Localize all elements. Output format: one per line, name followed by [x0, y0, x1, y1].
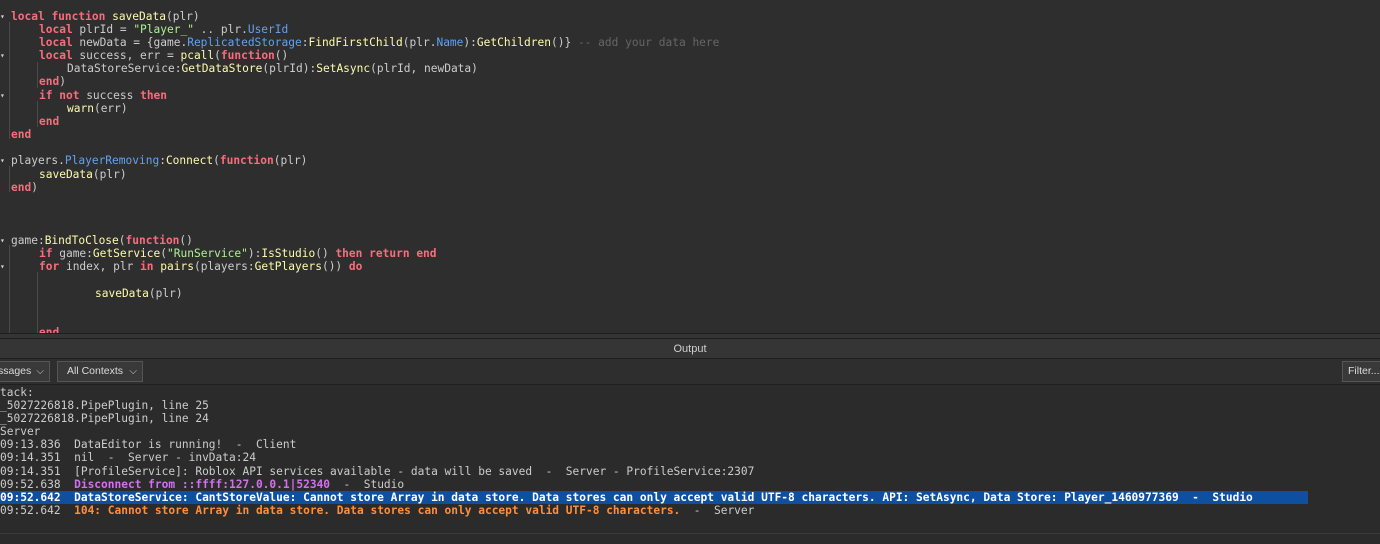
- code-line-14[interactable]: game:BindToClose(function(): [11, 234, 193, 247]
- log-line-warning[interactable]: 09:52.642 104: Cannot store Array in dat…: [0, 504, 754, 517]
- code-line-2[interactable]: local plrId = "Player_" .. plr.UserId: [39, 23, 288, 36]
- code-line-7[interactable]: if not success then: [39, 89, 167, 102]
- code-line-10[interactable]: end: [11, 128, 31, 141]
- log-line-info[interactable]: 09:52.638 Disconnect from ::ffff:127.0.0…: [0, 478, 404, 491]
- code-line-13[interactable]: end): [11, 181, 38, 194]
- code-line-12[interactable]: saveData(plr): [39, 168, 127, 181]
- log-line[interactable]: _5027226818.PipePlugin, line 25: [0, 399, 209, 412]
- code-line-18[interactable]: end: [39, 326, 59, 333]
- contexts-filter-label: All Contexts: [67, 365, 124, 377]
- code-line-6[interactable]: end): [39, 75, 66, 88]
- code-line-15[interactable]: if game:GetService("RunService"):IsStudi…: [39, 247, 437, 260]
- code-line-11[interactable]: players.PlayerRemoving:Connect(function(…: [11, 154, 307, 167]
- code-line-17[interactable]: saveData(plr): [95, 287, 183, 300]
- script-editor[interactable]: ▾ ▾ ▾ ▾ ▾ ▾ local function saveData(plr)…: [0, 0, 1380, 333]
- code-line-8[interactable]: warn(err): [67, 102, 128, 115]
- log-line[interactable]: tack:: [0, 386, 34, 399]
- fold-arrow-icon[interactable]: ▾: [0, 234, 8, 247]
- indent-guide: [9, 22, 10, 139]
- fold-arrow-icon[interactable]: ▾: [0, 89, 8, 102]
- contexts-filter-dropdown[interactable]: All Contexts ⌵: [57, 361, 143, 382]
- code-line-4[interactable]: local success, err = pcall(function(): [39, 49, 288, 62]
- output-bottom-bar: [0, 533, 1380, 544]
- code-line-3[interactable]: local newData = {game.ReplicatedStorage:…: [39, 36, 719, 49]
- log-line[interactable]: Server: [0, 425, 40, 438]
- log-line-selected[interactable]: 09:52.642 DataStoreService: CantStoreVal…: [0, 491, 1308, 504]
- code-line-5[interactable]: DataStoreService:GetDataStore(plrId):Set…: [67, 62, 478, 75]
- fold-arrow-icon[interactable]: ▾: [0, 260, 8, 273]
- indent-guide: [37, 101, 38, 127]
- messages-filter-dropdown[interactable]: ssages ⌵: [0, 361, 50, 382]
- indent-guide: [9, 245, 10, 333]
- log-line[interactable]: 09:13.836 DataEditor is running! - Clien…: [0, 438, 296, 451]
- indent-guide: [37, 62, 38, 88]
- log-line[interactable]: 09:14.351 [ProfileService]: Roblox API s…: [0, 465, 754, 478]
- output-toolbar: ssages ⌵ All Contexts ⌵ Filter...: [0, 359, 1380, 385]
- fold-arrow-icon[interactable]: ▾: [0, 154, 8, 167]
- indent-guide: [37, 272, 38, 333]
- indent-guide: [9, 166, 10, 192]
- fold-arrow-icon[interactable]: ▾: [0, 49, 8, 62]
- messages-filter-label: ssages: [0, 365, 32, 377]
- chevron-down-icon: ⌵: [36, 366, 44, 377]
- chevron-down-icon: ⌵: [129, 366, 137, 377]
- output-panel-title: Output: [0, 339, 1380, 359]
- filter-button[interactable]: Filter...: [1342, 361, 1380, 382]
- code-line-1[interactable]: local function saveData(plr): [11, 10, 200, 23]
- output-log[interactable]: tack: _5027226818.PipePlugin, line 25 _5…: [0, 385, 1380, 544]
- code-line-9[interactable]: end: [39, 115, 59, 128]
- log-line[interactable]: _5027226818.PipePlugin, line 24: [0, 412, 209, 425]
- code-line-16[interactable]: for index, plr in pairs(players:GetPlaye…: [39, 260, 362, 273]
- log-line[interactable]: 09:14.351 nil - Server - invData:24: [0, 451, 256, 464]
- fold-arrow-icon[interactable]: ▾: [0, 10, 8, 23]
